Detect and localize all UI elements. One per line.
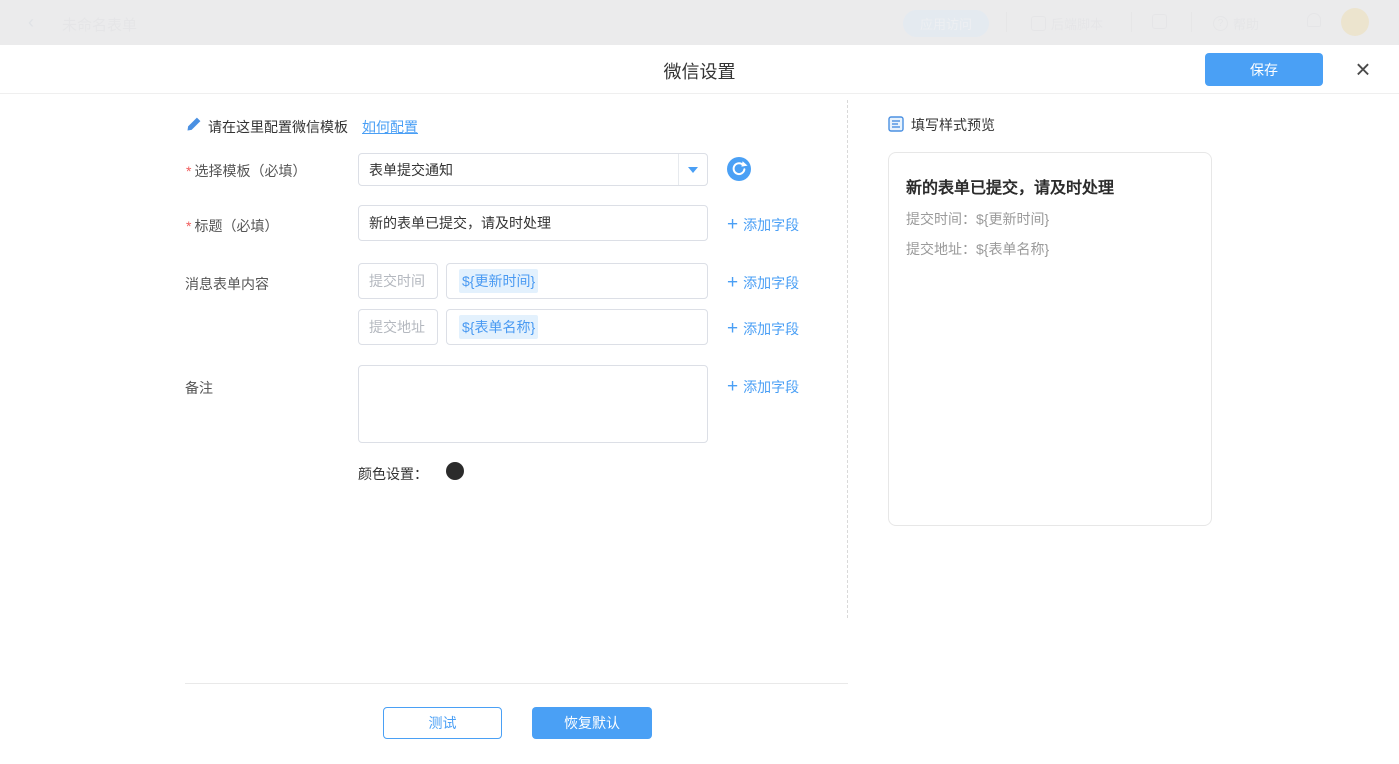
chevron-down-icon: [688, 167, 698, 173]
preview-line-1: 提交时间：${更新时间}: [906, 210, 1194, 228]
bell-icon[interactable]: [1307, 13, 1321, 27]
topbar-divider: [1191, 12, 1192, 32]
pencil-icon: [186, 116, 202, 137]
template-select-value: 表单提交通知: [359, 160, 678, 180]
preview-title: 新的表单已提交，请及时处理: [906, 174, 1194, 198]
section-divider: [847, 100, 848, 618]
app-access-button[interactable]: 应用访问: [903, 10, 989, 37]
preview-card: 新的表单已提交，请及时处理 提交时间：${更新时间} 提交地址：${表单名称}: [888, 152, 1212, 526]
select-caret-segment[interactable]: [678, 154, 707, 185]
color-setting-label: 颜色设置：: [358, 464, 428, 484]
preview-header-label: 填写样式预览: [911, 115, 995, 135]
field-chip: ${更新时间}: [459, 269, 538, 293]
add-field-button-remark[interactable]: + 添加字段: [727, 377, 799, 397]
title-label: *标题（必填）: [186, 216, 278, 236]
question-icon: ?: [1213, 16, 1228, 31]
preview-header: 填写样式预览: [888, 115, 995, 135]
topbar-divider: [1006, 12, 1007, 32]
back-chevron-icon[interactable]: ‹: [28, 12, 34, 33]
content-label: 消息表单内容: [185, 274, 269, 294]
code-panel-button[interactable]: [1152, 14, 1167, 29]
remark-label: 备注: [185, 378, 213, 398]
plus-icon: +: [727, 218, 738, 232]
avatar[interactable]: [1341, 8, 1369, 36]
plus-icon: +: [727, 380, 738, 394]
preview-doc-icon: [888, 116, 904, 135]
backend-script-button[interactable]: 后端脚本: [1031, 14, 1103, 33]
required-asterisk: *: [186, 218, 191, 234]
color-swatch[interactable]: [446, 462, 464, 480]
test-button[interactable]: 测试: [383, 707, 502, 739]
add-field-button-row1[interactable]: + 添加字段: [727, 273, 799, 293]
add-field-button-row2[interactable]: + 添加字段: [727, 319, 799, 339]
refresh-button[interactable]: [727, 157, 751, 186]
content-key-input-1[interactable]: [358, 263, 438, 299]
plus-icon: +: [727, 322, 738, 336]
field-chip: ${表单名称}: [459, 315, 538, 339]
content-value-input-1[interactable]: ${更新时间}: [446, 263, 708, 299]
footer-divider: [185, 683, 848, 684]
modal-header: 微信设置 保存 ×: [0, 45, 1399, 94]
remark-textarea[interactable]: [358, 365, 708, 443]
how-to-configure-link[interactable]: 如何配置: [362, 117, 418, 137]
required-asterisk: *: [186, 163, 191, 179]
modal-title: 微信设置: [0, 58, 1399, 84]
app-topbar: ‹ 未命名表单 应用访问 后端脚本 ? 帮助: [0, 0, 1399, 45]
plus-icon: +: [727, 276, 738, 290]
restore-default-button[interactable]: 恢复默认: [532, 707, 652, 739]
content-key-input-2[interactable]: [358, 309, 438, 345]
panel-icon: [1152, 14, 1167, 29]
help-button[interactable]: ? 帮助: [1213, 14, 1259, 33]
config-note: 请在这里配置微信模板: [208, 117, 348, 137]
close-icon[interactable]: ×: [1347, 53, 1379, 85]
form-name-title: 未命名表单: [62, 14, 137, 35]
title-input[interactable]: [358, 205, 708, 241]
add-field-button-title[interactable]: + 添加字段: [727, 215, 799, 235]
preview-line-2: 提交地址：${表单名称}: [906, 240, 1194, 258]
template-select[interactable]: 表单提交通知: [358, 153, 708, 186]
topbar-divider: [1131, 12, 1132, 32]
wechat-settings-page: ‹ 未命名表单 应用访问 后端脚本 ? 帮助 微信设置 保存 × 请在这里配置微…: [0, 0, 1399, 764]
content-value-input-2[interactable]: ${表单名称}: [446, 309, 708, 345]
script-icon: [1031, 16, 1046, 31]
save-button[interactable]: 保存: [1205, 53, 1323, 86]
template-label: *选择模板（必填）: [186, 161, 306, 181]
